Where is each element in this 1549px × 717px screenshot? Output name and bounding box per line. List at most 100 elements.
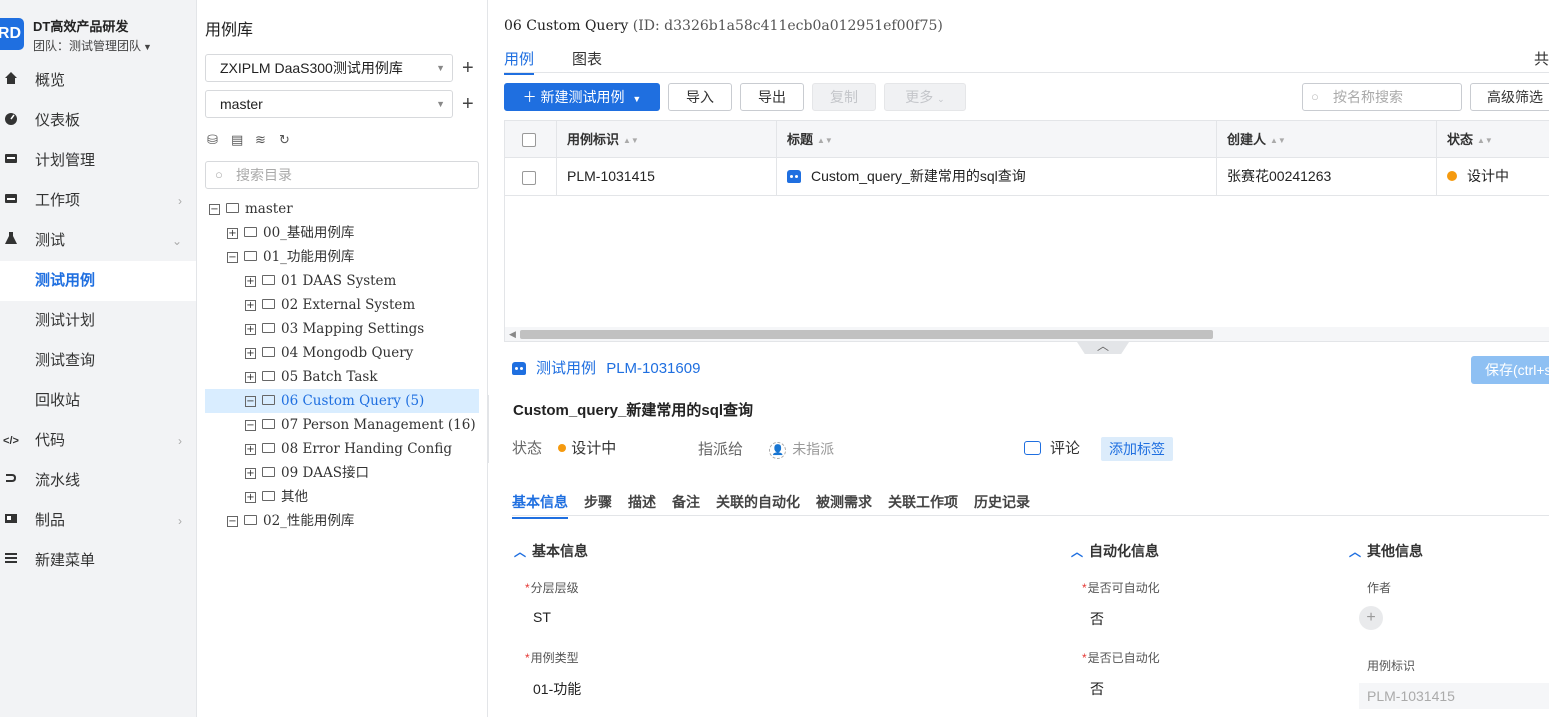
resize-handle[interactable]: ︿ bbox=[1077, 342, 1129, 354]
new-test-case-button[interactable]: ＋ 新建测试用例 ▼ bbox=[504, 83, 660, 111]
expand-icon[interactable]: + bbox=[227, 228, 238, 239]
tab-charts[interactable]: 图表 bbox=[572, 48, 602, 73]
nav-item-overview[interactable]: 概览 bbox=[0, 61, 196, 101]
status-field[interactable]: 状态 设计中 bbox=[512, 439, 616, 459]
tab-description[interactable]: 描述 bbox=[628, 492, 656, 517]
section-automation-info[interactable]: ︿ 自动化信息 bbox=[1071, 541, 1159, 561]
column-header-creator[interactable]: 创建人 ▲▼ bbox=[1217, 121, 1437, 157]
sort-icon: ▲▼ bbox=[623, 136, 639, 145]
library-select[interactable]: ZXIPLM DaaS300测试用例库 ▼ bbox=[205, 54, 453, 82]
tree-node[interactable]: − 01_功能用例库 bbox=[227, 245, 354, 269]
tab-steps[interactable]: 步骤 bbox=[584, 492, 612, 517]
copy-button[interactable]: 复制 bbox=[812, 83, 876, 111]
expand-icon[interactable]: + bbox=[245, 468, 256, 479]
nav-item-workitem[interactable]: 工作项 › bbox=[0, 181, 196, 221]
import-button[interactable]: 导入 bbox=[668, 83, 732, 111]
tree-node[interactable]: − master bbox=[209, 197, 293, 221]
nav-item-dashboard[interactable]: 仪表板 bbox=[0, 101, 196, 141]
advanced-filter-button[interactable]: 高级筛选 bbox=[1470, 83, 1549, 111]
tab-linked-workitems[interactable]: 关联工作项 bbox=[888, 492, 958, 517]
select-all-checkbox[interactable] bbox=[522, 133, 536, 147]
stack-icon[interactable]: ≋ bbox=[255, 132, 273, 148]
tab-history[interactable]: 历史记录 bbox=[974, 492, 1030, 517]
cell-id[interactable]: PLM-1031415 bbox=[557, 158, 777, 195]
branch-select-value: master bbox=[220, 96, 263, 112]
section-basic-info[interactable]: ︿ 基本信息 bbox=[514, 541, 588, 561]
expand-icon[interactable]: + bbox=[245, 492, 256, 503]
branch-select[interactable]: master ▼ bbox=[205, 90, 453, 118]
more-button[interactable]: 更多 ⌄ bbox=[884, 83, 966, 111]
collapse-icon[interactable]: − bbox=[227, 516, 238, 527]
nav-item-recycle-bin[interactable]: 回收站 bbox=[0, 381, 196, 421]
expand-all-icon[interactable]: ▤ bbox=[231, 132, 249, 148]
tree-node[interactable]: +09 DAAS接口 bbox=[245, 461, 369, 485]
collapse-icon[interactable]: − bbox=[227, 252, 238, 263]
add-tag-button[interactable]: 添加标签 bbox=[1101, 437, 1173, 461]
collapse-icon[interactable]: − bbox=[245, 396, 256, 407]
tree-node[interactable]: +05 Batch Task bbox=[245, 365, 378, 389]
nav-item-artifact[interactable]: 制品 › bbox=[0, 501, 196, 541]
detail-title[interactable]: Custom_query_新建常用的sql查询 bbox=[513, 399, 753, 420]
expand-icon[interactable]: + bbox=[245, 276, 256, 287]
expand-icon[interactable]: + bbox=[245, 444, 256, 455]
tree-node[interactable]: − 02_性能用例库 bbox=[227, 509, 354, 533]
nav-item-test-query[interactable]: 测试查询 bbox=[0, 341, 196, 381]
comment-button[interactable]: 评论 bbox=[1024, 439, 1080, 459]
collapse-icon[interactable]: − bbox=[209, 204, 220, 215]
horizontal-scrollbar[interactable]: ◀ bbox=[505, 327, 1549, 341]
tab-notes[interactable]: 备注 bbox=[672, 492, 700, 517]
row-checkbox[interactable] bbox=[522, 171, 536, 185]
tree-node[interactable]: − 07 Person Management (16) bbox=[245, 413, 476, 437]
field-value-case-type[interactable]: 01-功能 bbox=[533, 679, 581, 699]
nav-item-test-plan[interactable]: 测试计划 bbox=[0, 301, 196, 341]
brand-logo[interactable]: RD bbox=[0, 18, 24, 50]
tree-node[interactable]: +04 Mongodb Query bbox=[245, 341, 413, 365]
expand-icon[interactable]: + bbox=[245, 372, 256, 383]
expand-icon[interactable]: + bbox=[245, 300, 256, 311]
tab-cases[interactable]: 用例 bbox=[504, 48, 535, 75]
tree-node[interactable]: +02 External System bbox=[245, 293, 415, 317]
detail-case-id[interactable]: PLM-1031609 bbox=[606, 360, 700, 377]
filter-icon[interactable]: ⛁ bbox=[207, 132, 225, 148]
nav-item-plan[interactable]: 计划管理 bbox=[0, 141, 196, 181]
field-value-can-automate[interactable]: 否 bbox=[1090, 609, 1104, 629]
column-header-title[interactable]: 标题 ▲▼ bbox=[777, 121, 1217, 157]
expand-icon[interactable]: + bbox=[245, 324, 256, 335]
nav-item-test-cases[interactable]: 测试用例 bbox=[0, 261, 196, 301]
directory-search-input[interactable]: ○ 搜索目录 bbox=[205, 161, 479, 189]
nav-item-code[interactable]: </> 代码 › bbox=[0, 421, 196, 461]
refresh-icon[interactable]: ↻ bbox=[279, 132, 297, 148]
tree-node[interactable]: + 其他 bbox=[245, 485, 308, 509]
field-value-layer[interactable]: ST bbox=[533, 609, 551, 625]
tab-tested-requirements[interactable]: 被测需求 bbox=[816, 492, 872, 517]
tree-node[interactable]: +03 Mapping Settings bbox=[245, 317, 424, 341]
save-button[interactable]: 保存(ctrl+s) bbox=[1471, 356, 1549, 384]
field-value-is-automated[interactable]: 否 bbox=[1090, 679, 1104, 699]
nav-item-pipeline[interactable]: 流水线 bbox=[0, 461, 196, 501]
scrollbar-thumb[interactable] bbox=[520, 330, 1213, 339]
section-other-info[interactable]: ︿ 其他信息 bbox=[1349, 541, 1423, 561]
table-row[interactable]: PLM-1031415 Custom_query_新建常用的sql查询 张赛花0… bbox=[505, 158, 1549, 196]
team-switcher[interactable]: 团队：测试管理团队 ▼ bbox=[33, 37, 152, 54]
add-library-button[interactable]: + bbox=[462, 58, 474, 78]
field-value-case-id: PLM-1031415 bbox=[1359, 683, 1549, 709]
tree-node[interactable]: +08 Error Handing Config bbox=[245, 437, 452, 461]
collapse-icon[interactable]: − bbox=[245, 420, 256, 431]
tree-node[interactable]: − 06 Custom Query (5) bbox=[205, 389, 479, 413]
add-branch-button[interactable]: + bbox=[462, 94, 474, 114]
nav-item-new-menu[interactable]: 新建菜单 bbox=[0, 541, 196, 581]
tab-basic-info[interactable]: 基本信息 bbox=[512, 492, 568, 519]
column-header-status[interactable]: 状态 ▲▼ bbox=[1437, 121, 1549, 157]
assignee-field[interactable]: 指派给 👤 未指派 bbox=[698, 439, 834, 460]
tree-node[interactable]: +01 DAAS System bbox=[245, 269, 396, 293]
column-header-id[interactable]: 用例标识 ▲▼ bbox=[557, 121, 777, 157]
tree-node[interactable]: +00_基础用例库 bbox=[227, 221, 354, 245]
expand-icon[interactable]: + bbox=[245, 348, 256, 359]
export-button[interactable]: 导出 bbox=[740, 83, 804, 111]
name-search-input[interactable]: ○ 按名称搜索 bbox=[1302, 83, 1462, 111]
tab-linked-automation[interactable]: 关联的自动化 bbox=[716, 492, 800, 517]
scroll-left-icon[interactable]: ◀ bbox=[509, 327, 516, 341]
cell-title[interactable]: Custom_query_新建常用的sql查询 bbox=[777, 158, 1217, 195]
add-author-button[interactable]: + bbox=[1359, 606, 1383, 630]
nav-item-test[interactable]: 测试 ⌄ bbox=[0, 221, 196, 261]
